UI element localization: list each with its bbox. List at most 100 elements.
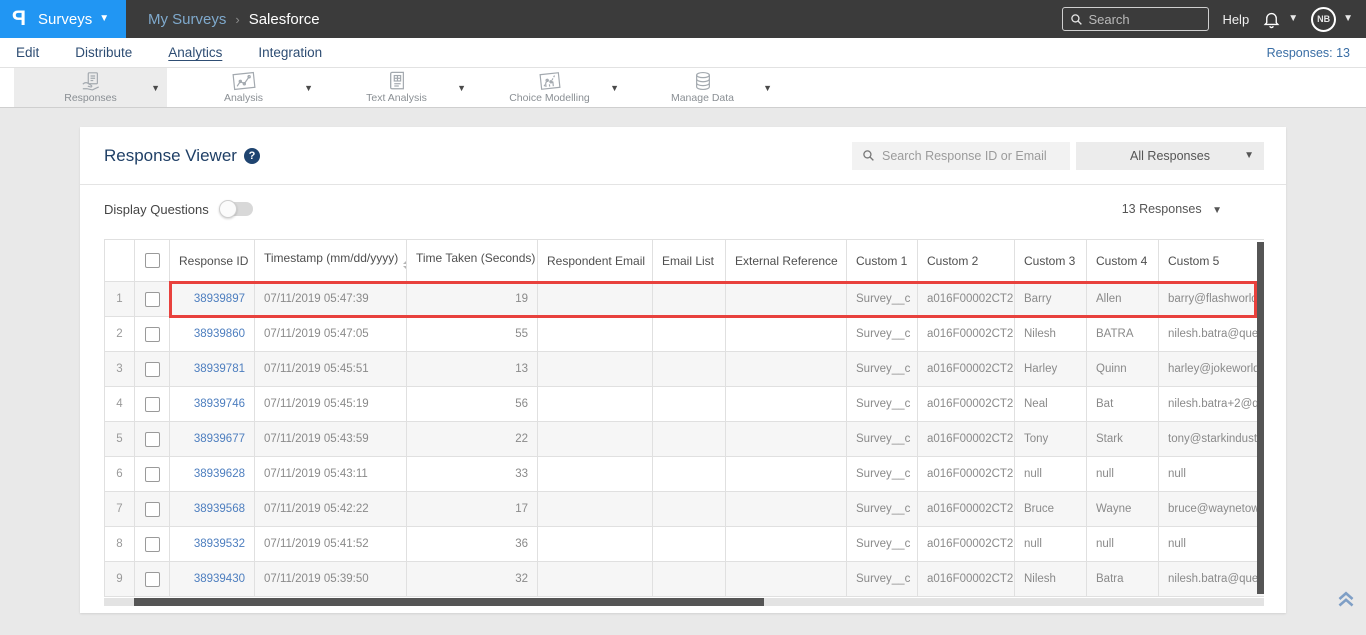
column-header[interactable]: External Reference [725,239,847,282]
column-header[interactable]: Respondent Email [537,239,653,282]
response-id-link[interactable]: 38939860 [169,316,255,352]
column-header[interactable]: Custom 1 [846,239,918,282]
email-list-cell [652,421,726,457]
row-number: 4 [104,386,135,422]
chevron-down-icon[interactable]: ▼ [151,83,160,93]
time-taken-cell: 22 [406,421,538,457]
table-row: 7 38939568 07/11/2019 05:42:22 17 Survey__c a… [104,491,1264,527]
scroll-to-top-button[interactable] [1336,590,1356,613]
row-select-cell [134,351,170,387]
external-reference-cell [725,316,847,352]
external-reference-cell [725,281,847,317]
chevron-down-icon[interactable]: ▼ [610,83,619,93]
row-number: 2 [104,316,135,352]
row-checkbox[interactable] [144,431,160,447]
row-checkbox[interactable] [144,326,160,342]
table-row: 2 38939860 07/11/2019 05:47:05 55 Survey__c a… [104,316,1264,352]
column-header[interactable]: Email List [652,239,726,282]
questionpro-logo: P [12,7,27,30]
column-header[interactable]: Timestamp (mm/dd/yyyy) [254,239,407,282]
row-checkbox[interactable] [144,501,160,517]
toolbar-label: Manage Data [670,92,735,104]
custom4-cell: null [1086,456,1159,492]
horizontal-scrollbar-thumb[interactable] [134,598,764,606]
response-id-link[interactable]: 38939430 [169,561,255,597]
tab-analytics[interactable]: Analytics [168,45,222,60]
responses-dd-label: 13 Responses [1121,202,1202,216]
row-checkbox[interactable] [144,536,160,552]
response-id-link[interactable]: 38939781 [169,351,255,387]
responses-table: Response ID▲Timestamp (mm/dd/yyyy)Time T… [104,239,1264,597]
chevron-down-icon[interactable]: ▼ [457,83,466,93]
column-header[interactable]: Custom 4 [1086,239,1159,282]
row-checkbox[interactable] [144,466,160,482]
vertical-scrollbar[interactable] [1257,242,1264,594]
tab-integration[interactable]: Integration [258,45,322,60]
notifications-button[interactable]: ▼ [1262,10,1298,29]
response-id-link[interactable]: 38939532 [169,526,255,562]
column-header[interactable]: Custom 2 [917,239,1015,282]
column-header[interactable]: Custom 3 [1014,239,1087,282]
global-search [1062,7,1210,31]
help-tooltip-icon[interactable]: ? [243,147,260,164]
timestamp-cell: 07/11/2019 05:47:05 [254,316,407,352]
column-header[interactable]: Time Taken (Seconds) [406,239,538,282]
response-search-input[interactable] [882,148,1052,163]
toolbar-text-analysis[interactable]: Text Analysis ▼ [320,68,473,107]
row-number: 8 [104,526,135,562]
row-checkbox[interactable] [144,396,160,412]
custom4-cell: Quinn [1086,351,1159,387]
toggle-knob [218,200,237,218]
toolbar-choice-modelling[interactable]: Choice Modelling ▼ [473,68,626,107]
column-header[interactable]: Custom 5 [1158,239,1264,282]
email-list-cell [652,526,726,562]
chevron-down-icon[interactable]: ▼ [304,83,313,93]
email-list-cell [652,351,726,387]
breadcrumb-my-surveys[interactable]: My Surveys [148,11,226,28]
custom4-cell: Allen [1086,281,1159,317]
row-checkbox[interactable] [144,571,160,587]
response-id-link[interactable]: 38939746 [169,386,255,422]
custom1-cell: Survey__c [846,351,918,387]
display-questions-toggle[interactable] [218,200,253,218]
external-reference-cell [725,456,847,492]
row-checkbox[interactable] [144,291,160,307]
surveys-app-menu[interactable]: P Surveys ▼ [0,0,126,38]
row-checkbox[interactable] [144,361,160,377]
responses-per-page-dropdown[interactable]: 13 Responses ▼ [1122,202,1222,216]
chevron-down-icon: ▼ [1244,149,1254,161]
help-link[interactable]: Help [1222,12,1249,27]
chevron-down-icon[interactable]: ▼ [763,83,772,93]
row-select-cell [134,526,170,562]
chevron-down-icon: ▼ [1343,13,1353,24]
response-id-link[interactable]: 38939897 [169,281,255,317]
toolbar-responses[interactable]: Responses ▼ [14,68,167,107]
select-all-header [134,239,170,282]
row-number: 6 [104,456,135,492]
tab-edit[interactable]: Edit [16,45,39,60]
email-list-cell [652,456,726,492]
select-all-checkbox[interactable] [144,253,160,269]
custom3-cell: Neal [1014,386,1087,422]
response-id-link[interactable]: 38939677 [169,421,255,457]
global-search-input[interactable] [1088,11,1199,27]
response-viewer-card: Response Viewer ? All Responses ▼ Displa… [80,127,1286,613]
toolbar-manage-data[interactable]: Manage Data ▼ [626,68,779,107]
response-id-link[interactable]: 38939628 [169,456,255,492]
tab-distribute[interactable]: Distribute [75,45,132,60]
time-taken-cell: 56 [406,386,538,422]
all-responses-dropdown[interactable]: All Responses ▼ [1076,141,1264,170]
chevron-down-icon: ▼ [1288,13,1299,24]
responses-table-wrap: Response ID▲Timestamp (mm/dd/yyyy)Time T… [104,239,1264,597]
column-header[interactable]: Response ID▲ [169,239,255,282]
account-menu[interactable]: NB ▼ [1311,6,1353,32]
response-id-link[interactable]: 38939568 [169,491,255,527]
toolbar-analysis[interactable]: Analysis ▼ [167,68,320,107]
custom4-cell: null [1086,526,1159,562]
email-list-cell [652,386,726,422]
email-list-cell [652,491,726,527]
email-list-cell [652,281,726,317]
search-icon [1071,13,1083,25]
custom4-cell: Wayne [1086,491,1159,527]
custom3-cell: Harley [1014,351,1087,387]
